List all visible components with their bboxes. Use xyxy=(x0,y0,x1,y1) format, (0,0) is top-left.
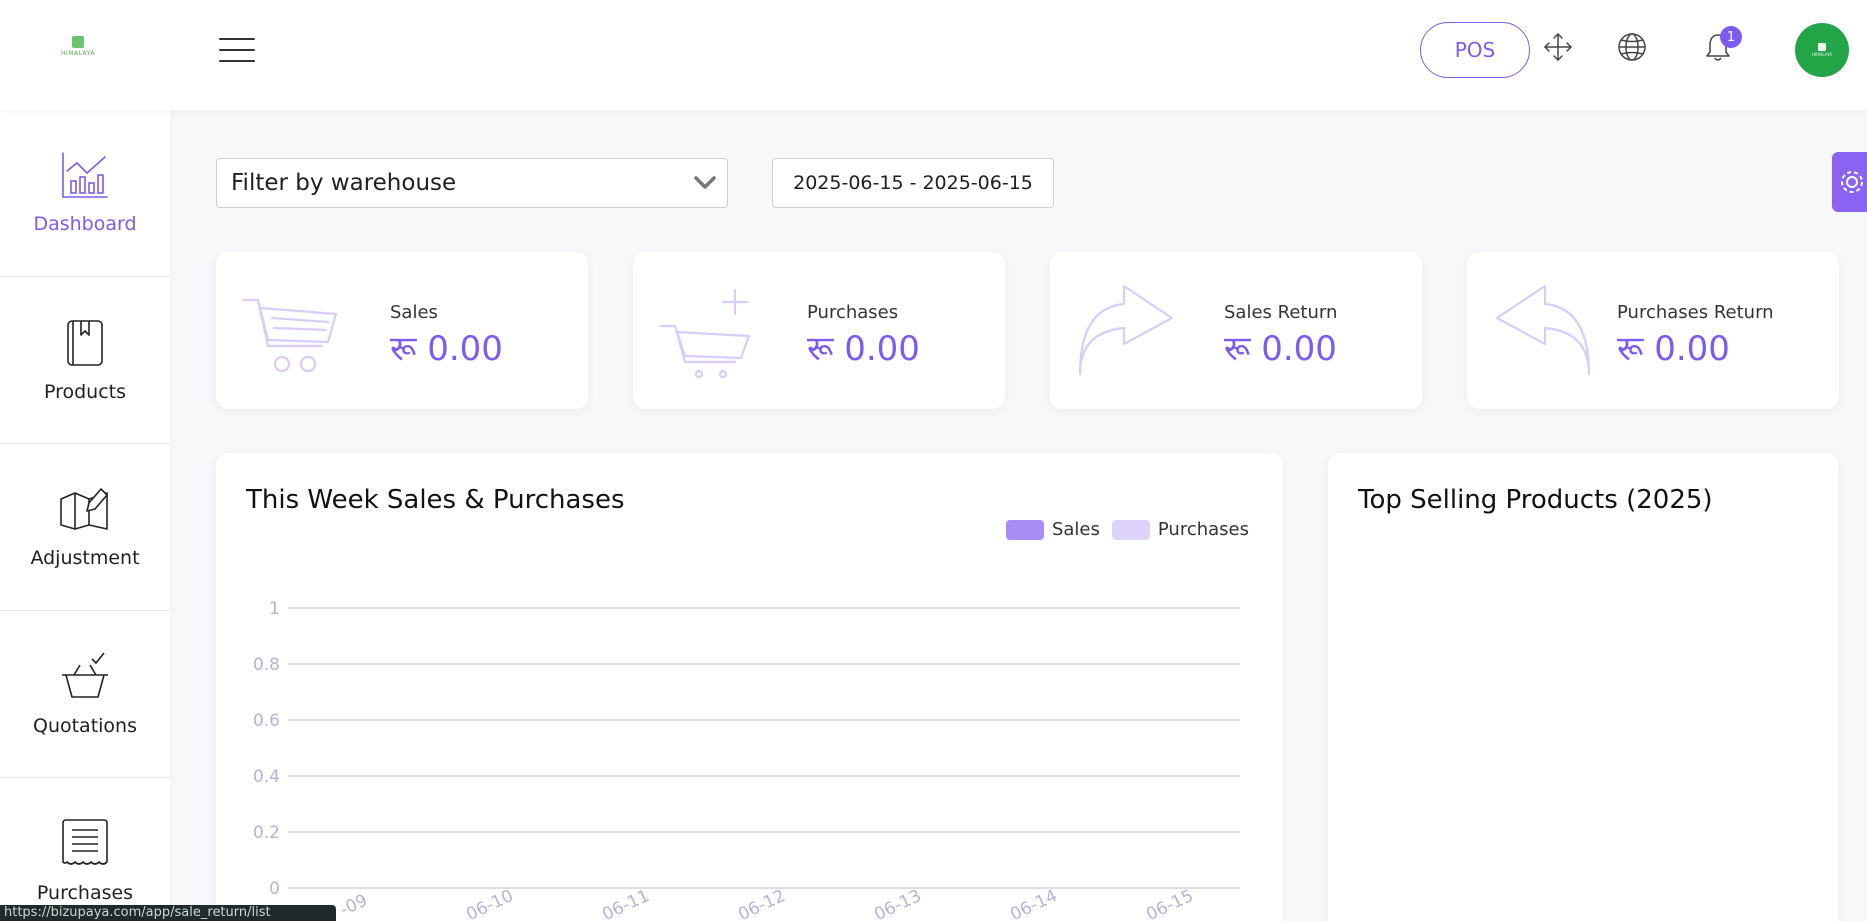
sidebar-item-products[interactable]: Products xyxy=(0,277,170,444)
sidebar-item-label: Quotations xyxy=(32,715,137,737)
y-tick-label: 0.4 xyxy=(253,767,280,787)
x-tick-label: 06-10 xyxy=(463,886,516,921)
sidebar-item-purchases[interactable]: Purchases xyxy=(0,778,170,921)
status-bar-url: https://bizupaya.com/app/sale_return/lis… xyxy=(0,905,336,921)
chart-plot: 0 0.2 0.4 0.6 0.8 1 -09 06-10 06-11 06-12 06-13 06-… xyxy=(253,599,1240,921)
sidebar-item-label: Dashboard xyxy=(33,213,137,235)
brand-logo[interactable]: HIMALAYA xyxy=(56,36,100,62)
warehouse-filter-placeholder: Filter by warehouse xyxy=(231,170,457,196)
arrow-forward-icon xyxy=(1076,282,1176,382)
stat-card-purchases[interactable]: Purchases रू 0.00 xyxy=(633,252,1005,409)
stat-label: Sales Return xyxy=(1224,302,1338,323)
cart-plus-icon xyxy=(659,282,755,382)
top-header: HIMALAYA POS 1 HIMALAYA xyxy=(0,0,1867,110)
map-edit-icon xyxy=(59,485,111,537)
stat-value: रू 0.00 xyxy=(1224,329,1337,369)
fullscreen-icon[interactable] xyxy=(1541,30,1575,64)
top-selling-card: Top Selling Products (2025) xyxy=(1328,453,1838,921)
x-tick-label: -09 xyxy=(337,891,371,921)
arrow-back-icon xyxy=(1493,282,1593,382)
x-tick-label: 06-14 xyxy=(1007,886,1060,921)
y-tick-label: 0 xyxy=(269,879,280,899)
sidebar: Dashboard Products Adjustment Quotations… xyxy=(0,110,170,921)
stat-card-sales[interactable]: Sales रू 0.00 xyxy=(216,252,588,409)
x-tick-label: 06-15 xyxy=(1143,886,1196,921)
stat-value: रू 0.00 xyxy=(807,329,920,369)
sidebar-item-label: Purchases xyxy=(36,882,134,904)
sidebar-item-dashboard[interactable]: Dashboard xyxy=(0,110,170,277)
sidebar-item-label: Adjustment xyxy=(30,547,140,569)
y-tick-label: 0.8 xyxy=(253,655,280,675)
user-avatar[interactable]: HIMALAYA xyxy=(1795,23,1849,77)
stat-value: रू 0.00 xyxy=(390,329,503,369)
chevron-down-icon xyxy=(693,171,717,201)
top-selling-title: Top Selling Products (2025) xyxy=(1358,485,1713,515)
warehouse-filter-select[interactable]: Filter by warehouse xyxy=(216,158,728,208)
menu-toggle-icon[interactable] xyxy=(219,38,255,62)
date-range-picker[interactable]: 2025-06-15 - 2025-06-15 xyxy=(772,158,1054,208)
settings-gear-icon[interactable] xyxy=(1832,152,1867,212)
stat-label: Purchases Return xyxy=(1617,302,1774,323)
sidebar-item-quotations[interactable]: Quotations xyxy=(0,611,170,778)
stat-label: Sales xyxy=(390,302,438,323)
notification-badge: 1 xyxy=(1720,26,1742,48)
pos-button[interactable]: POS xyxy=(1420,22,1530,78)
basket-check-icon xyxy=(60,651,110,705)
logo-text: HIMALAYA xyxy=(61,50,95,57)
cart-icon xyxy=(242,282,338,382)
x-tick-label: 06-12 xyxy=(735,886,788,921)
chart-icon xyxy=(61,151,109,203)
book-icon xyxy=(65,317,105,371)
x-tick-label: 06-13 xyxy=(871,886,924,921)
stat-label: Purchases xyxy=(807,302,899,323)
sidebar-item-label: Products xyxy=(43,381,127,403)
receipt-icon xyxy=(60,818,110,872)
logo-mark xyxy=(72,36,84,48)
y-tick-label: 0.2 xyxy=(253,823,280,843)
stat-value: रू 0.00 xyxy=(1617,329,1730,369)
weekly-chart-card: This Week Sales & Purchases Sales Purcha… xyxy=(216,453,1283,921)
language-globe-icon[interactable] xyxy=(1615,30,1649,64)
stat-card-purchases-return[interactable]: Purchases Return रू 0.00 xyxy=(1467,252,1839,409)
x-tick-label: 06-11 xyxy=(599,886,652,921)
y-tick-label: 1 xyxy=(269,599,280,619)
sidebar-item-adjustment[interactable]: Adjustment xyxy=(0,444,170,611)
stat-card-sales-return[interactable]: Sales Return रू 0.00 xyxy=(1050,252,1422,409)
y-tick-label: 0.6 xyxy=(253,711,280,731)
